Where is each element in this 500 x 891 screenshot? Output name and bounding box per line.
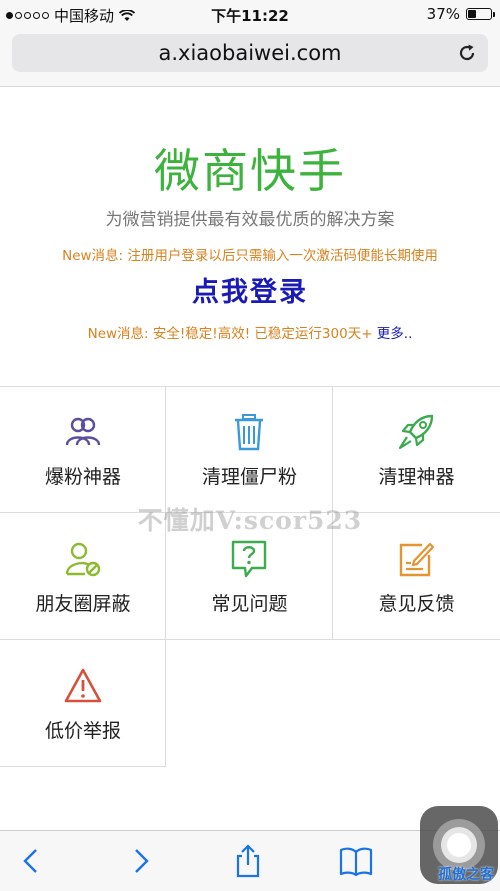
more-link[interactable]: 更多..: [377, 326, 413, 342]
edit-icon: [399, 542, 435, 577]
url-text[interactable]: a.xiaobaiwei.com: [12, 41, 488, 65]
menu-item-label: 朋友圈屏蔽: [35, 593, 131, 615]
share-icon[interactable]: [230, 843, 266, 879]
user-block-icon: [65, 542, 101, 577]
rocket-icon: [398, 414, 434, 450]
menu-item-label: 清理神器: [378, 466, 455, 488]
reload-icon[interactable]: [456, 42, 478, 64]
users-icon: [65, 417, 101, 446]
menu-item-boost-fans[interactable]: 爆粉神器: [0, 386, 166, 513]
forward-icon[interactable]: [122, 843, 158, 879]
notice-register: New消息: 注册用户登录以后只需输入一次激活码便能长期使用: [62, 248, 438, 264]
warning-icon: [64, 668, 102, 703]
trash-icon: [235, 414, 263, 451]
notice-stability: New消息: 安全!稳定!高效! 已稳定运行300天+ 更多..: [0, 322, 500, 342]
question-bubble-icon: [231, 540, 267, 578]
battery-percent: 37%: [426, 5, 460, 23]
menu-item-label: 意见反馈: [378, 593, 455, 615]
menu-item-label: 爆粉神器: [44, 466, 121, 488]
menu-item-label: 清理僵尸粉: [201, 466, 297, 488]
menu-item-clean-zombie-fans[interactable]: 清理僵尸粉: [166, 386, 333, 513]
menu-item-clean-tool[interactable]: 清理神器: [333, 386, 500, 513]
menu-item-label: 低价举报: [44, 720, 121, 742]
browser-address-area: a.xiaobaiwei.com: [0, 28, 500, 87]
watermark-text: 不懂加V:scor523: [137, 506, 363, 535]
status-bar: 中国移动 下午11:22 37%: [0, 0, 500, 28]
corner-watermark: 孤傲之客: [438, 867, 494, 883]
notice-stability-text: New消息: 安全!稳定!高效! 已稳定运行300天+: [87, 326, 373, 342]
battery-icon: [466, 8, 495, 20]
page-title: 微商快手: [154, 144, 346, 198]
bookmarks-icon[interactable]: [338, 843, 374, 879]
menu-item-report[interactable]: 低价举报: [0, 640, 166, 767]
login-link[interactable]: 点我登录: [0, 270, 500, 309]
page-subtitle: 为微营销提供最有效最优质的解决方案: [105, 210, 395, 230]
status-right: 37%: [426, 5, 495, 23]
address-bar[interactable]: a.xiaobaiwei.com: [12, 34, 488, 72]
menu-item-label: 常见问题: [211, 593, 288, 615]
back-icon[interactable]: [14, 843, 50, 879]
status-time: 下午11:22: [211, 7, 289, 25]
